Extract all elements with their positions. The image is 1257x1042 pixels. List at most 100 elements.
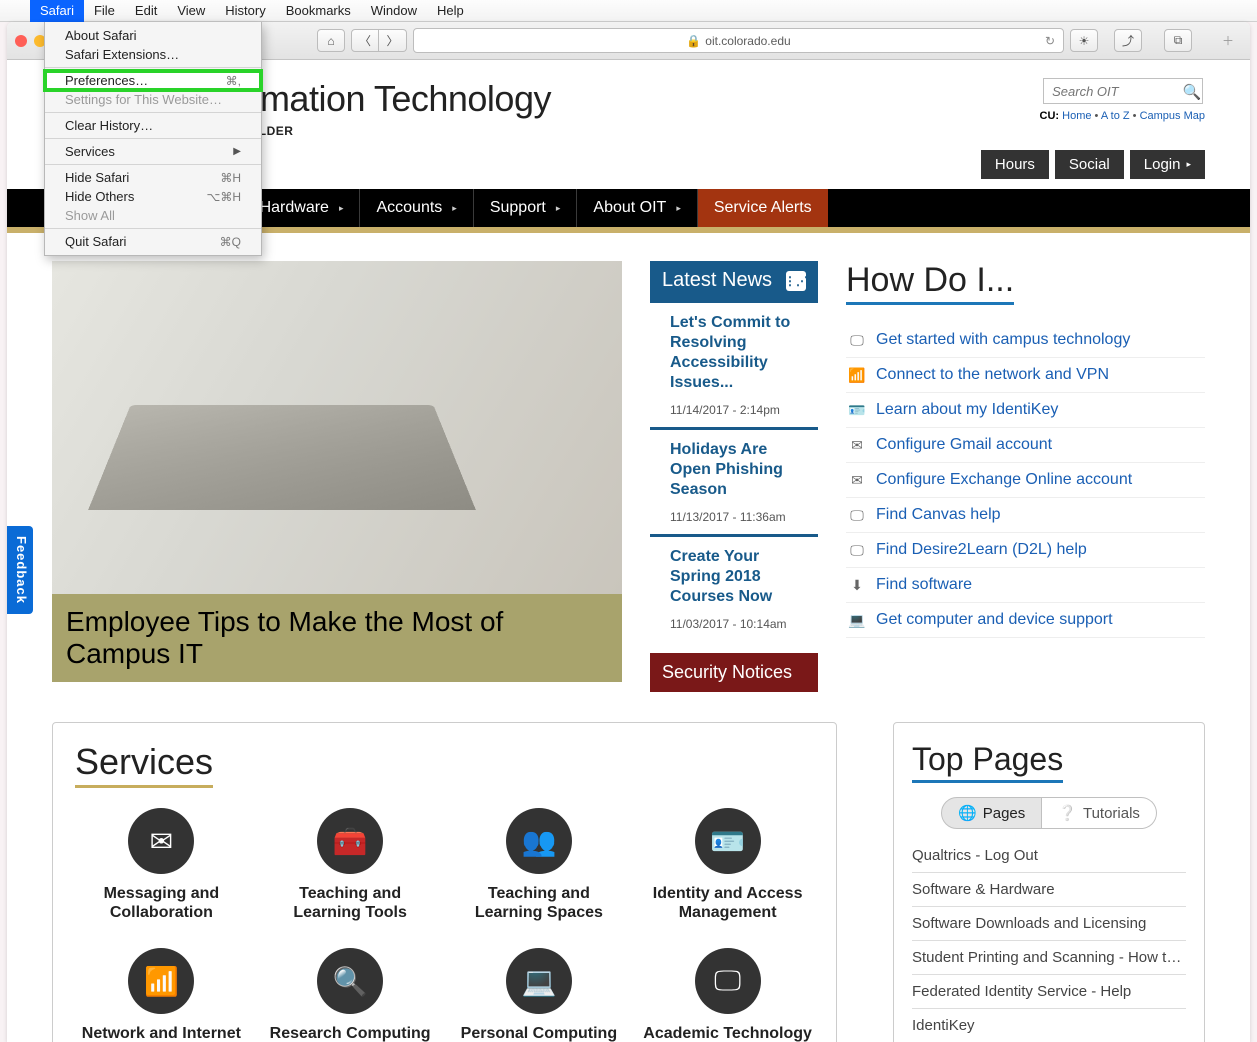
how-do-i-item[interactable]: ✉Configure Exchange Online account — [846, 463, 1205, 498]
menu-preferences[interactable]: Preferences…⌘, — [45, 71, 261, 90]
menu-clear-history[interactable]: Clear History… — [45, 116, 261, 135]
how-do-i-item[interactable]: ✉ Configure Gmail account — [846, 428, 1205, 463]
news-link[interactable]: Create Your Spring 2018 Courses Now — [670, 547, 806, 607]
feedback-tab[interactable]: Feedback — [7, 526, 33, 614]
address-bar[interactable]: 🔒 oit.colorado.edu ↻ — [413, 28, 1064, 53]
cu-home-link[interactable]: Home — [1062, 110, 1091, 122]
menu-about-safari[interactable]: About Safari — [45, 26, 261, 45]
how-do-i-item[interactable]: 🪪 Learn about my IdentiKey — [846, 393, 1205, 428]
menu-safari-extensions[interactable]: Safari Extensions… — [45, 45, 261, 64]
top-page-item[interactable]: Qualtrics - Log Out — [912, 839, 1186, 873]
service-item[interactable]: 🪪Identity and Access Management — [641, 808, 814, 922]
new-tab-button[interactable]: ＋ — [1214, 29, 1242, 52]
menu-show-all: Show All — [45, 206, 261, 225]
how-do-i-link[interactable]: Configure Exchange Online account — [876, 471, 1132, 488]
service-item[interactable]: 🧰Teaching and Learning Tools — [264, 808, 437, 922]
cu-az-link[interactable]: A to Z — [1101, 110, 1130, 122]
cu-map-link[interactable]: Campus Map — [1140, 110, 1205, 122]
toolbar-right: ⤴ ⧉ ＋ — [1114, 29, 1242, 52]
reload-icon[interactable]: ↻ — [1045, 34, 1055, 48]
service-icon: 📶 — [128, 948, 194, 1014]
how-do-i-link[interactable]: Learn about my IdentiKey — [876, 401, 1058, 418]
back-button[interactable]: 〈 — [351, 29, 379, 52]
rss-icon[interactable]: ⋮⋰ — [786, 271, 806, 291]
menu-services[interactable]: Services▶ — [45, 142, 261, 161]
service-label: Research Computing — [270, 1024, 431, 1042]
how-do-i-heading: How Do I... — [846, 261, 1014, 305]
nav-service-alerts[interactable]: Service Alerts — [698, 189, 828, 227]
nav-support[interactable]: Support▸ — [474, 189, 578, 227]
close-window-button[interactable] — [15, 35, 27, 47]
social-button[interactable]: Social — [1055, 150, 1124, 179]
reader-button[interactable]: ☀ — [1070, 29, 1098, 52]
service-item[interactable]: 🔍 Research Computing — [264, 948, 437, 1042]
nav-about-oit[interactable]: About OIT▸ — [577, 189, 697, 227]
service-label: Network and Internet Services — [75, 1024, 248, 1042]
share-button[interactable]: ⤴ — [1114, 29, 1142, 52]
nav-back-forward: 〈 〉 — [351, 29, 407, 52]
news-item: Holidays Are Open Phishing Season 11/13/… — [650, 427, 818, 534]
security-notices-button[interactable]: Security Notices — [650, 653, 818, 692]
top-page-item[interactable]: Federated Identity Service - Help — [912, 975, 1186, 1009]
menubar-view[interactable]: View — [167, 0, 215, 22]
how-do-i-item[interactable]: 📶Connect to the network and VPN — [846, 358, 1205, 393]
service-item[interactable]: 👥Teaching and Learning Spaces — [453, 808, 626, 922]
how-do-i-item[interactable]: 🖵 Find Canvas help — [846, 498, 1205, 533]
menubar-file[interactable]: File — [84, 0, 125, 22]
top-page-item[interactable]: Student Printing and Scanning - How t… — [912, 941, 1186, 975]
tab-tutorials[interactable]: ❔Tutorials — [1042, 797, 1157, 829]
item-icon: 🪪 — [848, 402, 866, 419]
news-link[interactable]: Holidays Are Open Phishing Season — [670, 440, 806, 500]
menubar-bookmarks[interactable]: Bookmarks — [276, 0, 361, 22]
shortcut-label: ⌘Q — [220, 235, 241, 249]
menu-hide-others[interactable]: Hide Others⌥⌘H — [45, 187, 261, 206]
service-icon: 🔍 — [317, 948, 383, 1014]
menubar-help[interactable]: Help — [427, 0, 474, 22]
how-do-i-link[interactable]: Find Canvas help — [876, 506, 1001, 523]
lock-icon: 🔒 — [686, 34, 701, 48]
item-icon: 🖵 — [848, 507, 866, 524]
menubar-safari[interactable]: Safari — [30, 0, 84, 22]
how-do-i-item[interactable]: 🖵Get started with campus technology — [846, 323, 1205, 358]
menubar-window[interactable]: Window — [361, 0, 427, 22]
service-item[interactable]: 💻Personal Computing and Devices — [453, 948, 626, 1042]
top-page-item[interactable]: IdentiKey — [912, 1009, 1186, 1042]
top-page-item[interactable]: Software Downloads and Licensing — [912, 907, 1186, 941]
hours-button[interactable]: Hours — [981, 150, 1049, 179]
news-timestamp: 11/03/2017 - 10:14am — [670, 617, 806, 631]
login-button[interactable]: Login▸ — [1130, 150, 1205, 179]
service-item[interactable]: 🖵Academic Technology — [641, 948, 814, 1042]
how-do-i-item[interactable]: ⬇ Find software — [846, 568, 1205, 603]
how-do-i-item[interactable]: 🖵Find Desire2Learn (D2L) help — [846, 533, 1205, 568]
menubar-edit[interactable]: Edit — [125, 0, 167, 22]
how-do-i-link[interactable]: Find software — [876, 576, 972, 593]
help-icon: ❔ — [1058, 804, 1077, 822]
item-icon: ⬇ — [848, 577, 866, 594]
top-page-item[interactable]: Software & Hardware — [912, 873, 1186, 907]
home-button[interactable]: ⌂ — [317, 29, 345, 52]
how-do-i-item[interactable]: 💻 Get computer and device support — [846, 603, 1205, 638]
how-do-i-link[interactable]: Find Desire2Learn (D2L) help — [876, 541, 1087, 558]
service-item[interactable]: 📶 Network and Internet Services — [75, 948, 248, 1042]
item-icon: ✉ — [848, 437, 866, 454]
forward-button[interactable]: 〉 — [379, 29, 407, 52]
item-icon: 💻 — [848, 612, 866, 629]
search-icon[interactable]: 🔍 — [1179, 83, 1205, 101]
menu-quit-safari[interactable]: Quit Safari⌘Q — [45, 232, 261, 251]
hero-image[interactable] — [52, 261, 622, 594]
menu-hide-safari[interactable]: Hide Safari⌘H — [45, 168, 261, 187]
how-do-i-link[interactable]: Get started with campus technology — [876, 331, 1130, 348]
chevron-right-icon: ▸ — [339, 203, 344, 214]
how-do-i-link[interactable]: Get computer and device support — [876, 611, 1113, 628]
tab-pages[interactable]: 🌐Pages — [941, 797, 1042, 829]
menu-separator — [45, 138, 261, 139]
mac-menubar: Safari File Edit View History Bookmarks … — [0, 0, 1257, 22]
menu-separator — [45, 164, 261, 165]
menubar-history[interactable]: History — [215, 0, 275, 22]
how-do-i-link[interactable]: Connect to the network and VPN — [876, 366, 1109, 383]
how-do-i-link[interactable]: Configure Gmail account — [876, 436, 1052, 453]
tabs-button[interactable]: ⧉ — [1164, 29, 1192, 52]
service-item[interactable]: ✉Messaging and Collaboration — [75, 808, 248, 922]
nav-accounts[interactable]: Accounts▸ — [360, 189, 473, 227]
news-link[interactable]: Let's Commit to Resolving Accessibility … — [670, 313, 806, 393]
